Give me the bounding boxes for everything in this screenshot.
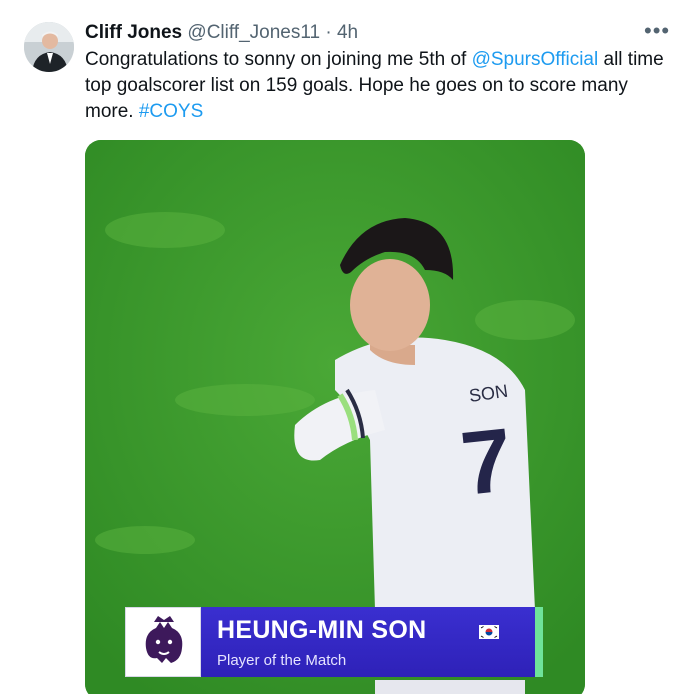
more-options-button[interactable]: ••• <box>644 18 670 44</box>
more-horizontal-icon: ••• <box>644 18 671 43</box>
tweet-text: Congratulations to sonny on joining me 5… <box>85 47 675 125</box>
player-name-box: HEUNG-MIN SON Player of the Match <box>201 607 535 677</box>
tweet-timestamp[interactable]: 4h <box>337 22 358 43</box>
author-avatar[interactable] <box>24 22 74 72</box>
tweet-media-image[interactable]: SON 7 HEUNG-MIN SON Player of the Match <box>85 140 585 694</box>
avatar-image <box>24 22 74 72</box>
south-korea-flag-icon <box>479 625 499 639</box>
tweet-text-part1: Congratulations to sonny on joining me 5… <box>85 49 472 70</box>
banner-accent-stripe <box>535 607 543 677</box>
separator-dot: · <box>325 22 332 43</box>
hashtag-link[interactable]: #COYS <box>139 101 203 122</box>
shirt-number: 7 <box>457 410 517 515</box>
player-of-match-banner: HEUNG-MIN SON Player of the Match <box>125 607 543 677</box>
player-name: HEUNG-MIN SON <box>217 616 427 644</box>
premier-league-logo-box <box>125 607 201 677</box>
premier-league-lion-icon <box>145 616 183 663</box>
mention-link[interactable]: @SpursOfficial <box>472 49 599 70</box>
author-handle[interactable]: @Cliff_Jones11 <box>187 22 320 43</box>
tweet-header: Cliff Jones @Cliff_Jones11 · 4h <box>85 20 358 46</box>
player-of-match-label: Player of the Match <box>217 652 347 669</box>
author-name[interactable]: Cliff Jones <box>85 22 182 43</box>
